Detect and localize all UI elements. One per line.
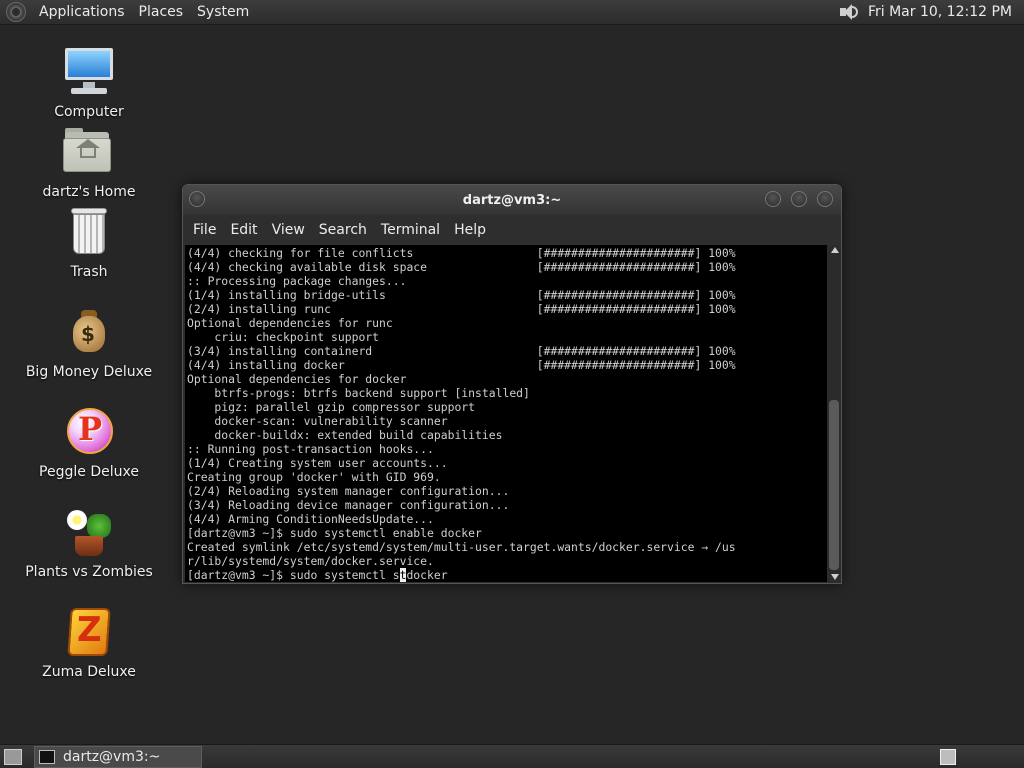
terminal-prompt-line[interactable]: [dartz@vm3 ~]$ sudo systemctl stdocker [187, 568, 827, 582]
scroll-up-arrow-icon[interactable] [831, 247, 839, 253]
desktop-icon-label: dartz's Home [42, 184, 136, 200]
desktop-icon-peggle-deluxe[interactable]: P Peggle Deluxe [24, 406, 154, 480]
desktop-icon-label: Plants vs Zombies [25, 564, 153, 580]
terminal-line: (4/4) Arming ConditionNeedsUpdate... [187, 512, 434, 526]
terminal-line: (3/4) installing containerd [###########… [187, 344, 736, 358]
zuma-icon: Z [63, 606, 115, 658]
terminal-line: (4/4) installing docker [###############… [187, 358, 736, 372]
terminal-line: (4/4) checking for file conflicts [#####… [187, 246, 736, 260]
terminal-output[interactable]: (4/4) checking for file conflicts [#####… [185, 245, 827, 582]
terminal-line: docker-scan: vulnerability scanner [187, 414, 448, 428]
terminal-scrollbar[interactable] [828, 245, 841, 582]
menu-terminal[interactable]: Terminal [375, 222, 446, 238]
computer-icon [63, 46, 115, 98]
menu-search[interactable]: Search [313, 222, 373, 238]
bottom-panel: dartz@vm3:~ [0, 744, 1024, 768]
terminal-line: (4/4) checking available disk space [###… [187, 260, 736, 274]
desktop-icon-computer[interactable]: Computer [24, 46, 154, 120]
distro-logo-icon[interactable] [6, 2, 26, 22]
menu-places[interactable]: Places [132, 0, 191, 25]
terminal-line: [dartz@vm3 ~]$ sudo systemctl enable doc… [187, 526, 482, 540]
scroll-thumb[interactable] [829, 400, 839, 570]
taskbar-terminal-button[interactable]: dartz@vm3:~ [34, 746, 202, 768]
desktop-icon-label: Zuma Deluxe [42, 664, 136, 680]
workspace-switcher[interactable] [940, 749, 956, 765]
desktop-icon-label: Peggle Deluxe [39, 464, 139, 480]
peggle-icon: P [63, 406, 115, 458]
prompt-text-after-cursor: docker [406, 568, 448, 582]
terminal-window: dartz@vm3:~ File Edit View Search Termin… [182, 184, 842, 584]
desktop-icon-trash[interactable]: Trash [24, 206, 154, 280]
window-menu-icon[interactable] [189, 191, 205, 207]
terminal-icon [39, 750, 55, 764]
terminal-line: (1/4) Creating system user accounts... [187, 456, 448, 470]
terminal-line: Optional dependencies for runc [187, 316, 393, 330]
terminal-line: Optional dependencies for docker [187, 372, 407, 386]
terminal-line: :: Running post-transaction hooks... [187, 442, 434, 456]
desktop-icon-label: Big Money Deluxe [25, 364, 153, 380]
terminal-line: (2/4) installing runc [#################… [187, 302, 736, 316]
money-bag-icon: $ [63, 306, 115, 358]
menu-file[interactable]: File [187, 222, 222, 238]
terminal-line: :: Processing package changes... [187, 274, 407, 288]
terminal-line: (2/4) Reloading system manager configura… [187, 484, 510, 498]
desktop-icon-label: Trash [70, 264, 108, 280]
terminal-line: (3/4) Reloading device manager configura… [187, 498, 510, 512]
menu-system[interactable]: System [190, 0, 256, 25]
window-title: dartz@vm3:~ [462, 192, 562, 208]
terminal-menubar: File Edit View Search Terminal Help [183, 215, 841, 245]
desktop-icon-label: Computer [54, 104, 124, 120]
maximize-button[interactable] [791, 191, 807, 207]
trash-icon [63, 206, 115, 258]
window-titlebar[interactable]: dartz@vm3:~ [183, 185, 841, 215]
terminal-line: btrfs-progs: btrfs backend support [inst… [187, 386, 530, 400]
show-desktop-icon[interactable] [4, 749, 22, 765]
close-button[interactable] [817, 191, 833, 207]
terminal-line: r/lib/systemd/system/docker.service. [187, 554, 434, 568]
menu-applications[interactable]: Applications [32, 0, 132, 25]
top-panel: Applications Places System Fri Mar 10, 1… [0, 0, 1024, 25]
menu-view[interactable]: View [266, 222, 311, 238]
terminal-line: criu: checkpoint support [187, 330, 380, 344]
menu-edit[interactable]: Edit [224, 222, 263, 238]
clock[interactable]: Fri Mar 10, 12:12 PM [868, 4, 1012, 20]
minimize-button[interactable] [765, 191, 781, 207]
terminal-line: Created symlink /etc/systemd/system/mult… [187, 540, 736, 554]
terminal-line: (1/4) installing bridge-utils [#########… [187, 288, 736, 302]
terminal-line: docker-buildx: extended build capabiliti… [187, 428, 503, 442]
plants-vs-zombies-icon [63, 506, 115, 558]
taskbar-label: dartz@vm3:~ [63, 749, 161, 765]
scroll-down-arrow-icon[interactable] [831, 574, 839, 580]
prompt-text: [dartz@vm3 ~]$ sudo systemctl s [187, 568, 400, 582]
volume-icon[interactable] [838, 2, 860, 22]
terminal-line: Creating group 'docker' with GID 969. [187, 470, 441, 484]
home-folder-icon [63, 126, 115, 178]
desktop-icon-big-money-deluxe[interactable]: $ Big Money Deluxe [24, 306, 154, 380]
menu-help[interactable]: Help [448, 222, 492, 238]
desktop-icon-plants-vs-zombies[interactable]: Plants vs Zombies [24, 506, 154, 580]
desktop-icon-zuma-deluxe[interactable]: Z Zuma Deluxe [24, 606, 154, 680]
desktop-icon-home[interactable]: dartz's Home [24, 126, 154, 200]
terminal-line: pigz: parallel gzip compressor support [187, 400, 476, 414]
